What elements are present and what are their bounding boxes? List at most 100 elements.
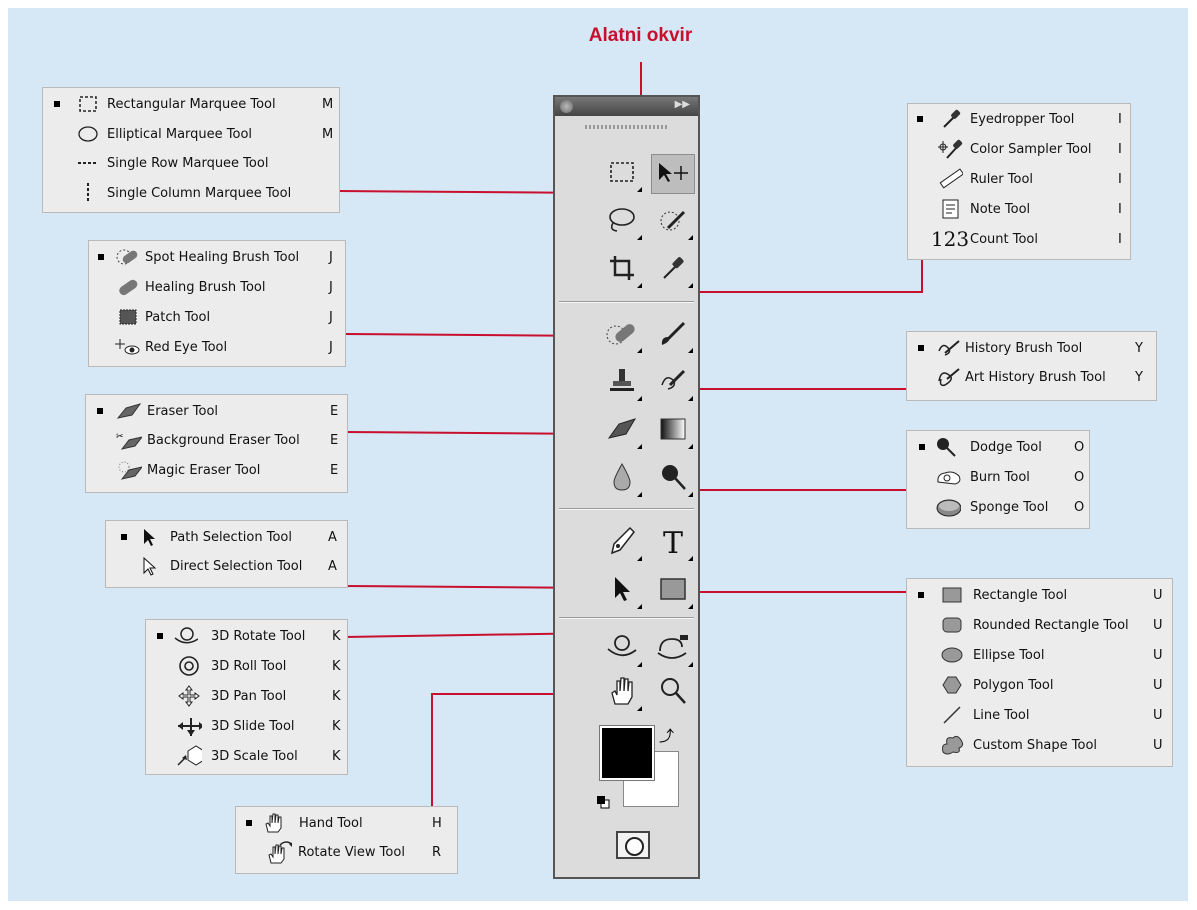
tool-move[interactable] xyxy=(651,154,695,194)
dodge-icon xyxy=(659,462,687,497)
eyedropper-icon xyxy=(659,254,687,287)
clone-stamp-icon xyxy=(607,367,637,400)
tool-eyedropper[interactable] xyxy=(651,250,695,290)
menu-item-spot-healing-brush[interactable]: Spot Healing Brush Tool J xyxy=(89,244,345,270)
tool-label: Eyedropper Tool xyxy=(970,111,1075,127)
tool-gradient[interactable] xyxy=(651,411,695,451)
tool-eraser[interactable] xyxy=(600,411,644,451)
tool-label: Dodge Tool xyxy=(970,439,1042,455)
menu-item-path-selection[interactable]: Path Selection Tool A xyxy=(106,524,347,550)
menu-item-ruler[interactable]: Ruler Tool I xyxy=(908,166,1130,192)
shortcut-key: Y xyxy=(1135,369,1143,385)
tool-label: Color Sampler Tool xyxy=(970,141,1092,157)
menu-item-polygon[interactable]: Polygon Tool U xyxy=(907,672,1172,698)
dodge-tools-panel: Dodge Tool O Burn Tool O Sponge Tool O xyxy=(906,430,1090,529)
eyedropper-tools-panel: Eyedropper Tool I Color Sampler Tool I R… xyxy=(907,103,1131,260)
swap-colors-icon[interactable]: ⤴ xyxy=(659,725,674,746)
shortcut-key: I xyxy=(1118,141,1122,157)
blur-icon xyxy=(610,462,634,497)
rounded-rectangle-icon xyxy=(939,612,965,638)
tool-pen[interactable] xyxy=(600,523,644,563)
type-icon: T xyxy=(662,525,683,561)
lasso-icon xyxy=(607,206,637,239)
tool-clone-stamp[interactable] xyxy=(600,363,644,403)
spot-healing-brush-icon xyxy=(606,319,638,352)
tool-history-brush[interactable] xyxy=(651,363,695,403)
shortcut-key: A xyxy=(328,529,337,545)
menu-item-note[interactable]: Note Tool I xyxy=(908,196,1130,222)
active-bullet-icon xyxy=(918,592,924,598)
menu-item-sponge[interactable]: Sponge Tool O xyxy=(907,494,1089,520)
tool-hand[interactable] xyxy=(600,673,644,713)
menu-item-ellipse[interactable]: Ellipse Tool U xyxy=(907,642,1172,668)
tool-3d-rotate[interactable] xyxy=(600,629,644,669)
tool-rectangle-shape[interactable] xyxy=(651,571,695,611)
menu-item-single-row-marquee[interactable]: Single Row Marquee Tool xyxy=(43,150,339,176)
tool-zoom[interactable] xyxy=(651,673,695,713)
menu-item-3d-scale[interactable]: 3D Scale Tool K xyxy=(146,743,347,769)
toolbox-header[interactable]: ▶▶ xyxy=(555,97,698,116)
shortcut-key: K xyxy=(332,628,341,644)
menu-item-red-eye[interactable]: Red Eye Tool J xyxy=(89,334,345,360)
menu-item-history-brush[interactable]: History Brush Tool Y xyxy=(907,335,1156,361)
menu-item-elliptical-marquee[interactable]: Elliptical Marquee Tool M xyxy=(43,121,339,147)
menu-item-line[interactable]: Line Tool U xyxy=(907,702,1172,728)
menu-item-count[interactable]: 123 Count Tool I xyxy=(908,226,1130,252)
close-icon[interactable] xyxy=(560,100,573,113)
menu-item-dodge[interactable]: Dodge Tool O xyxy=(907,434,1089,460)
tool-label: Path Selection Tool xyxy=(170,529,292,545)
tool-lasso[interactable] xyxy=(600,202,644,242)
dodge-icon xyxy=(933,434,959,460)
default-colors-icon[interactable] xyxy=(596,795,610,809)
tool-blur[interactable] xyxy=(600,459,644,499)
tool-spot-healing-brush[interactable] xyxy=(600,315,644,355)
menu-item-healing-brush[interactable]: Healing Brush Tool J xyxy=(89,274,345,300)
menu-item-art-history-brush[interactable]: Art History Brush Tool Y xyxy=(907,364,1156,390)
menu-item-3d-slide[interactable]: 3D Slide Tool K xyxy=(146,713,347,739)
menu-item-rotate-view[interactable]: Rotate View Tool R xyxy=(236,839,457,865)
menu-item-magic-eraser[interactable]: Magic Eraser Tool E xyxy=(86,457,347,483)
shortcut-key: A xyxy=(328,558,337,574)
tool-label: Patch Tool xyxy=(145,309,211,325)
menu-item-eraser[interactable]: Eraser Tool E xyxy=(86,398,347,424)
menu-item-hand[interactable]: Hand Tool H xyxy=(236,810,457,836)
tool-brush[interactable] xyxy=(651,315,695,355)
menu-item-3d-roll[interactable]: 3D Roll Tool K xyxy=(146,653,347,679)
menu-item-background-eraser[interactable]: ✂ Background Eraser Tool E xyxy=(86,427,347,453)
tool-rectangular-marquee[interactable] xyxy=(600,154,644,194)
tool-label: Rectangle Tool xyxy=(973,587,1068,603)
tool-label: Ellipse Tool xyxy=(973,647,1045,663)
tool-crop[interactable] xyxy=(600,250,644,290)
foreground-color-swatch[interactable] xyxy=(600,726,654,780)
shortcut-key: J xyxy=(329,339,333,355)
expand-arrows-icon[interactable]: ▶▶ xyxy=(675,99,690,110)
toolbox-grip[interactable] xyxy=(585,125,669,129)
rectangular-marquee-icon xyxy=(75,91,101,117)
menu-item-3d-pan[interactable]: 3D Pan Tool K xyxy=(146,683,347,709)
tool-3d-camera-rotate[interactable] xyxy=(651,629,695,669)
menu-item-rounded-rectangle[interactable]: Rounded Rectangle Tool U xyxy=(907,612,1172,638)
menu-item-rectangle[interactable]: Rectangle Tool U xyxy=(907,582,1172,608)
toolbox-separator xyxy=(559,508,694,509)
tool-dodge[interactable] xyxy=(651,459,695,499)
menu-item-color-sampler[interactable]: Color Sampler Tool I xyxy=(908,136,1130,162)
tool-quick-selection[interactable] xyxy=(651,202,695,242)
marquee-tools-panel: Rectangular Marquee Tool M Elliptical Ma… xyxy=(42,87,340,213)
menu-item-custom-shape[interactable]: Custom Shape Tool U xyxy=(907,732,1172,758)
menu-item-rectangular-marquee[interactable]: Rectangular Marquee Tool M xyxy=(43,91,339,117)
tool-label: 3D Scale Tool xyxy=(211,748,298,764)
tool-label: Elliptical Marquee Tool xyxy=(107,126,253,142)
shortcut-key: O xyxy=(1074,469,1085,485)
tool-path-selection[interactable] xyxy=(600,571,644,611)
menu-item-direct-selection[interactable]: Direct Selection Tool A xyxy=(106,553,347,579)
tool-type[interactable]: T xyxy=(651,523,695,563)
menu-item-3d-rotate[interactable]: 3D Rotate Tool K xyxy=(146,623,347,649)
toolbox-separator xyxy=(559,301,694,302)
quick-mask-button[interactable] xyxy=(616,831,650,859)
3d-roll-icon xyxy=(176,653,202,679)
menu-item-patch[interactable]: Patch Tool J xyxy=(89,304,345,330)
menu-item-eyedropper[interactable]: Eyedropper Tool I xyxy=(908,106,1130,132)
active-bullet-icon xyxy=(121,534,127,540)
menu-item-single-column-marquee[interactable]: Single Column Marquee Tool xyxy=(43,180,339,206)
menu-item-burn[interactable]: Burn Tool O xyxy=(907,464,1089,490)
